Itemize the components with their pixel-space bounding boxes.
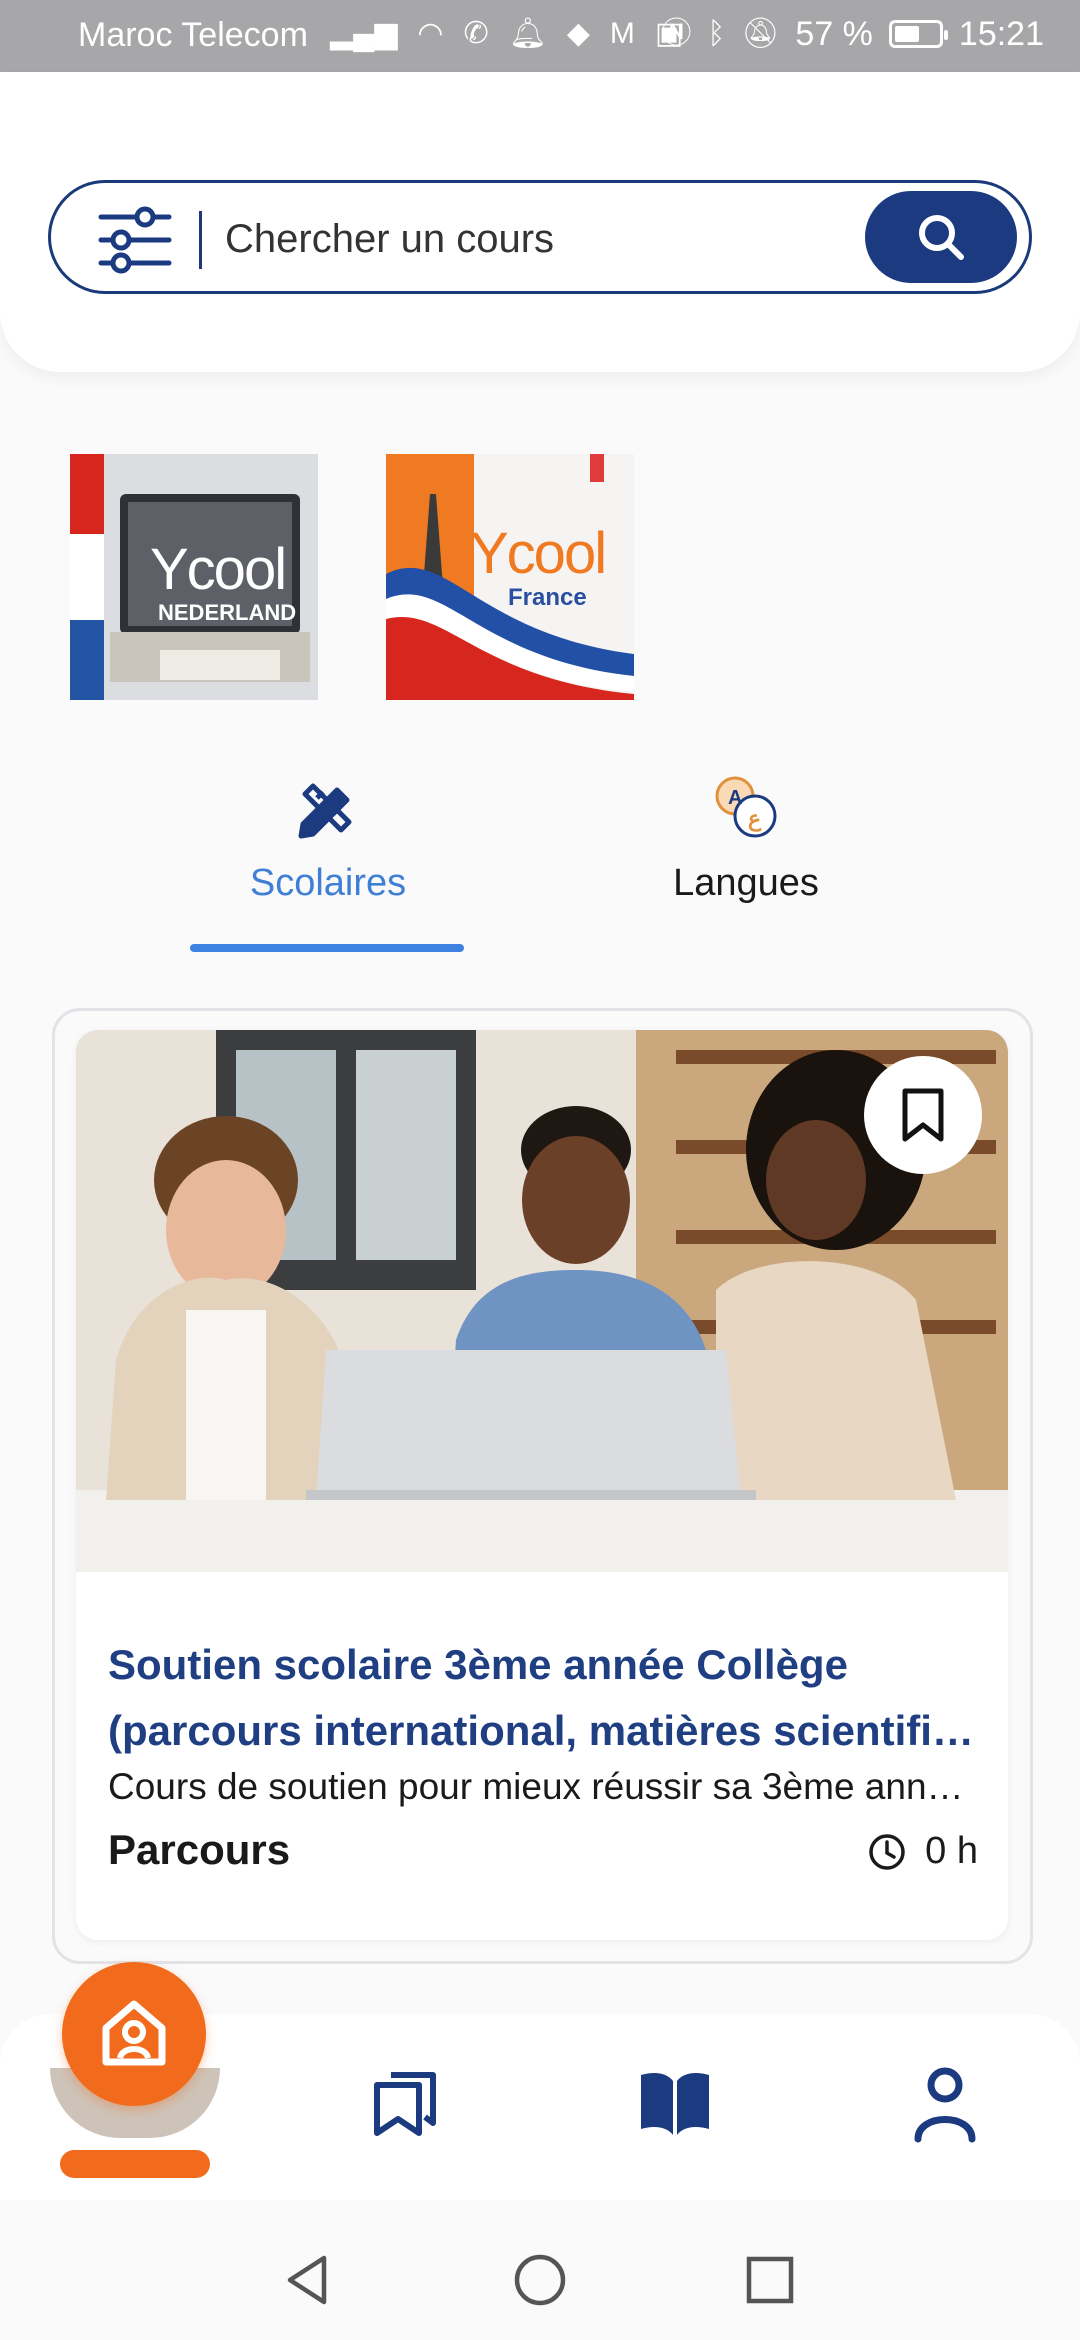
tab-langues-label: Langues bbox=[673, 862, 819, 904]
svg-text:ع: ع bbox=[748, 806, 762, 832]
nav-bookmarks-button[interactable] bbox=[350, 2048, 460, 2158]
tab-scolaires[interactable]: Scolaires bbox=[148, 760, 508, 960]
battery-percent: 57 % bbox=[795, 14, 873, 53]
search-icon bbox=[919, 215, 964, 260]
chat-icon: ◆ bbox=[566, 17, 590, 50]
course-card[interactable]: Soutien scolaire 3ème année Collège (par… bbox=[76, 1030, 1008, 1940]
course-description: Cours de soutien pour mieux réussir sa 3… bbox=[108, 1766, 978, 1807]
course-title-line: Soutien scolaire 3ème année Collège bbox=[108, 1641, 848, 1688]
clock: 15:21 bbox=[958, 14, 1044, 53]
circle-home-icon bbox=[514, 2254, 566, 2306]
nav-profile-button[interactable] bbox=[890, 2048, 1000, 2158]
search-button[interactable] bbox=[865, 191, 1017, 283]
bookmark-icon bbox=[902, 1088, 944, 1142]
promo-ycool-nederland[interactable]: Ycool NEDERLAND bbox=[70, 454, 318, 700]
tab-scolaires-label: Scolaires bbox=[249, 862, 407, 904]
mute-icon: 🔕︎ bbox=[741, 17, 780, 50]
active-tab-indicator bbox=[190, 944, 464, 952]
promo-brand: Ycool bbox=[150, 537, 287, 602]
promo-ycool-france[interactable]: Ycool France bbox=[386, 454, 634, 700]
search-divider bbox=[199, 211, 202, 269]
system-back-button[interactable] bbox=[278, 2250, 338, 2310]
wifi-icon: ◠ bbox=[417, 17, 444, 50]
tab-langues[interactable]: A ع Langues bbox=[566, 760, 926, 960]
square-recents-icon bbox=[746, 2256, 794, 2304]
signal-icon: ▂▄▆ bbox=[330, 17, 398, 50]
clock-icon bbox=[869, 1833, 905, 1870]
bluetooth-icon: ᛒ bbox=[707, 17, 726, 50]
bookmarks-icon bbox=[374, 2072, 436, 2136]
gmail-icon: M bbox=[609, 17, 635, 50]
system-home-button[interactable] bbox=[510, 2250, 570, 2310]
header bbox=[0, 72, 1080, 372]
home-icon bbox=[102, 2000, 166, 2066]
pencil-ruler-icon bbox=[298, 783, 352, 839]
nav-courses-button[interactable] bbox=[620, 2048, 730, 2158]
status-icons: ▂▄▆ ◠ ✆ 🔔︎ ◆ M ▣ bbox=[330, 14, 683, 54]
filter-icon[interactable] bbox=[95, 205, 175, 275]
promo-brand: Ycool bbox=[470, 521, 607, 586]
search-bar bbox=[48, 180, 1032, 294]
book-icon bbox=[641, 2073, 709, 2135]
course-title: Soutien scolaire 3ème année Collège (par… bbox=[108, 1632, 978, 1764]
status-bar: Maroc Telecom ▂▄▆ ◠ ✆ 🔔︎ ◆ M ▣ Ⓝ ᛒ 🔕︎ 57… bbox=[0, 0, 1080, 72]
course-image bbox=[76, 1030, 1008, 1572]
course-duration-value: 0 h bbox=[925, 1830, 978, 1872]
battery-icon bbox=[888, 20, 948, 48]
promo-label: France bbox=[508, 584, 587, 611]
status-right: Ⓝ ᛒ 🔕︎ 57 % 15:21 bbox=[661, 14, 1044, 54]
back-icon bbox=[287, 2255, 327, 2305]
profile-icon bbox=[914, 2067, 976, 2143]
svg-text:A: A bbox=[728, 787, 742, 809]
bookmark-button[interactable] bbox=[864, 1056, 982, 1174]
course-title-line: (parcours international, matières scient… bbox=[108, 1707, 978, 1754]
search-input[interactable] bbox=[225, 209, 825, 269]
carrier-name: Maroc Telecom bbox=[78, 16, 308, 54]
language-translate-icon: A ع bbox=[715, 776, 777, 838]
promo-label: NEDERLAND bbox=[158, 600, 297, 625]
missed-call-icon: ✆ bbox=[463, 17, 489, 50]
notification-icon: 🔔︎ bbox=[508, 17, 547, 50]
course-type: Parcours bbox=[108, 1826, 291, 1873]
nfc-icon: Ⓝ bbox=[661, 17, 692, 50]
system-recents-button[interactable] bbox=[740, 2250, 800, 2310]
course-duration: 0 h bbox=[867, 1830, 978, 1873]
nav-home-button[interactable] bbox=[62, 1962, 206, 2106]
active-nav-indicator bbox=[60, 2150, 210, 2178]
